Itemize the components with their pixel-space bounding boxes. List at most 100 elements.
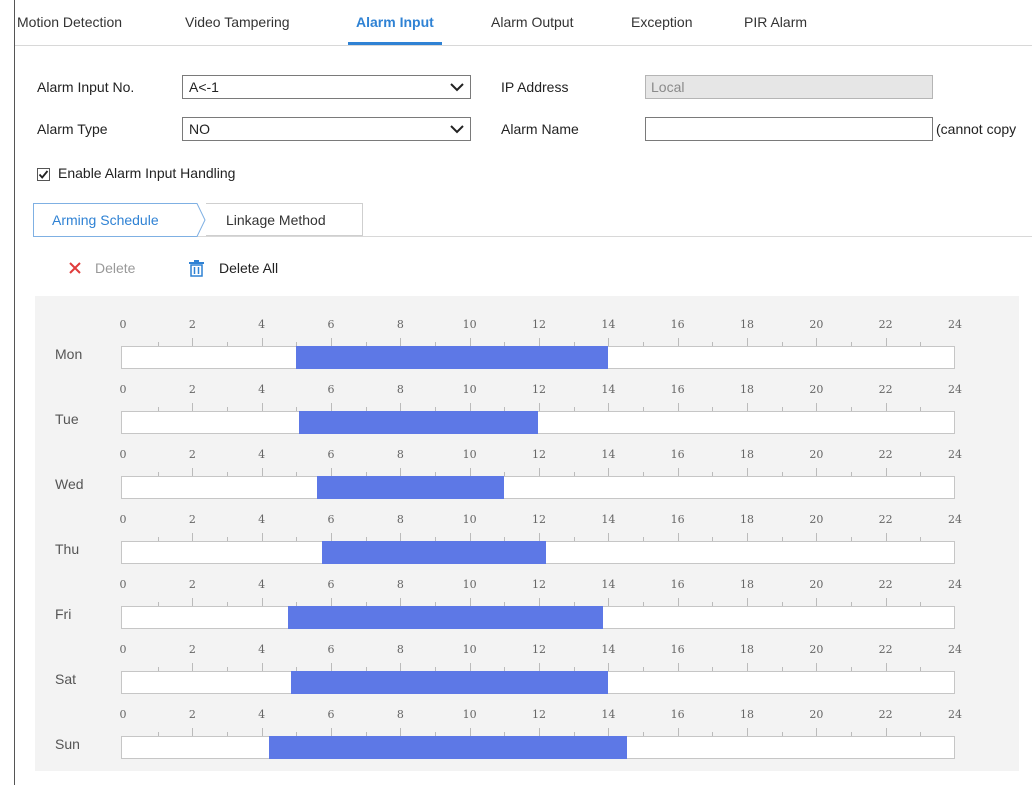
hour-tick-mark bbox=[469, 728, 471, 736]
hour-tick-label: 2 bbox=[188, 578, 196, 591]
delete-all-label: Delete All bbox=[219, 260, 279, 276]
hour-tick-mark bbox=[400, 663, 402, 671]
armed-time-segment[interactable] bbox=[287, 606, 604, 629]
hour-tick-mark bbox=[677, 468, 679, 476]
top-tab-bar: Motion Detection Video Tampering Alarm I… bbox=[15, 0, 1032, 46]
hour-tick-label: 22 bbox=[878, 513, 893, 526]
hour-tick-label: 22 bbox=[878, 318, 893, 331]
hour-tick-label: 22 bbox=[878, 383, 893, 396]
hour-tick-label: 20 bbox=[809, 708, 824, 721]
hour-tick-label: 12 bbox=[532, 318, 546, 331]
schedule-timeline-fri[interactable] bbox=[121, 606, 955, 629]
alarm-input-no-label: Alarm Input No. bbox=[37, 79, 135, 95]
hour-tick-label: 16 bbox=[670, 578, 685, 591]
hour-tick-mark bbox=[885, 728, 887, 736]
hour-tick-mark bbox=[677, 728, 679, 736]
hour-tick-marks bbox=[123, 336, 955, 346]
hour-tick-mark bbox=[469, 338, 471, 346]
hour-tick-mark bbox=[400, 338, 402, 346]
delete-button[interactable]: Delete bbox=[68, 257, 150, 279]
subtab-linkage-method[interactable]: Linkage Method bbox=[206, 203, 363, 236]
hour-tick-label: 10 bbox=[462, 383, 477, 396]
schedule-timeline-thu[interactable] bbox=[121, 541, 955, 564]
subtab-arming-schedule[interactable]: Arming Schedule bbox=[33, 203, 206, 237]
hour-tick-label: 18 bbox=[740, 578, 754, 591]
tab-alarm-input[interactable]: Alarm Input bbox=[348, 0, 442, 45]
hour-tick-label: 20 bbox=[809, 643, 824, 656]
hour-tick-label: 6 bbox=[327, 708, 335, 721]
hour-tick-label: 20 bbox=[809, 578, 824, 591]
hour-tick-mark bbox=[816, 598, 818, 606]
hour-tick-label: 18 bbox=[740, 383, 754, 396]
hour-tick-label: 16 bbox=[670, 383, 685, 396]
hour-tick-marks bbox=[123, 661, 955, 671]
alarm-input-no-select[interactable]: A<-1 bbox=[182, 75, 471, 99]
hour-tick-label: 10 bbox=[462, 578, 477, 591]
hour-tick-mark bbox=[608, 598, 610, 606]
tab-exception[interactable]: Exception bbox=[631, 0, 692, 44]
tab-alarm-output[interactable]: Alarm Output bbox=[491, 0, 573, 44]
armed-time-segment[interactable] bbox=[268, 736, 628, 759]
hour-tick-label: 14 bbox=[601, 708, 616, 721]
armed-time-segment[interactable] bbox=[299, 411, 539, 434]
hour-tick-label: 16 bbox=[670, 708, 685, 721]
day-label: Sun bbox=[55, 736, 80, 752]
alarm-name-input[interactable] bbox=[645, 117, 933, 141]
hour-tick-mark bbox=[192, 468, 194, 476]
schedule-timeline-tue[interactable] bbox=[121, 411, 955, 434]
hour-tick-mark bbox=[608, 468, 610, 476]
hour-tick-marks bbox=[123, 726, 955, 736]
hour-tick-label: 24 bbox=[948, 708, 962, 721]
hour-tick-label: 20 bbox=[809, 448, 824, 461]
hour-tick-mark bbox=[331, 663, 332, 671]
armed-time-segment[interactable] bbox=[296, 346, 608, 369]
hour-tick-mark bbox=[192, 728, 194, 736]
hour-tick-marks bbox=[123, 531, 955, 541]
schedule-timeline-mon[interactable] bbox=[121, 346, 955, 369]
hour-tick-label: 0 bbox=[119, 448, 127, 461]
hour-tick-label: 22 bbox=[878, 643, 893, 656]
armed-time-segment[interactable] bbox=[322, 541, 546, 564]
alarm-type-select[interactable]: NO bbox=[182, 117, 471, 141]
tab-pir-alarm[interactable]: PIR Alarm bbox=[744, 0, 807, 44]
hour-tick-label: 2 bbox=[188, 383, 196, 396]
hour-tick-mark bbox=[747, 403, 748, 411]
hour-tick-mark bbox=[677, 598, 679, 606]
hour-tick-label: 12 bbox=[532, 383, 546, 396]
schedule-timeline-sat[interactable] bbox=[121, 671, 955, 694]
delete-all-button[interactable]: Delete All bbox=[188, 257, 298, 279]
hour-tick-mark bbox=[192, 403, 194, 411]
hour-tick-marks bbox=[123, 466, 955, 476]
schedule-timeline-sun[interactable] bbox=[121, 736, 955, 759]
hour-tick-label: 20 bbox=[809, 318, 824, 331]
hour-tick-mark bbox=[816, 728, 818, 736]
hour-tick-label: 18 bbox=[740, 448, 754, 461]
hour-tick-label: 24 bbox=[948, 318, 962, 331]
hour-ticks: 0 2 4 6 8 10 12 14 16 18 20 22 24 bbox=[35, 383, 1019, 399]
hour-tick-label: 2 bbox=[188, 318, 196, 331]
hour-tick-label: 18 bbox=[740, 513, 754, 526]
hour-tick-mark bbox=[885, 663, 887, 671]
hour-tick-label: 6 bbox=[327, 448, 335, 461]
hour-tick-label: 2 bbox=[188, 708, 196, 721]
hour-tick-label: 8 bbox=[396, 578, 404, 591]
hour-tick-mark bbox=[192, 598, 194, 606]
schedule-timeline-wed[interactable] bbox=[121, 476, 955, 499]
schedule-row-sat: 0 2 4 6 8 10 12 14 16 18 20 22 24 Sat bbox=[35, 643, 1019, 711]
hour-tick-mark bbox=[608, 663, 610, 671]
enable-alarm-input-checkbox[interactable] bbox=[37, 168, 50, 181]
subtab-linkage-method-label: Linkage Method bbox=[226, 212, 326, 228]
hour-tick-mark bbox=[469, 598, 471, 606]
tab-video-tampering[interactable]: Video Tampering bbox=[185, 0, 290, 44]
hour-tick-label: 2 bbox=[188, 513, 196, 526]
armed-time-segment[interactable] bbox=[291, 671, 608, 694]
hour-tick-label: 22 bbox=[878, 578, 893, 591]
hour-tick-label: 12 bbox=[532, 513, 546, 526]
schedule-row-tue: 0 2 4 6 8 10 12 14 16 18 20 22 24 Tue bbox=[35, 383, 1019, 451]
tab-motion-detection[interactable]: Motion Detection bbox=[17, 0, 122, 44]
hour-tick-label: 8 bbox=[396, 383, 404, 396]
armed-time-segment[interactable] bbox=[317, 476, 504, 499]
day-label: Thu bbox=[55, 541, 80, 557]
ip-address-field: Local bbox=[645, 75, 933, 99]
hour-tick-mark bbox=[192, 533, 194, 541]
